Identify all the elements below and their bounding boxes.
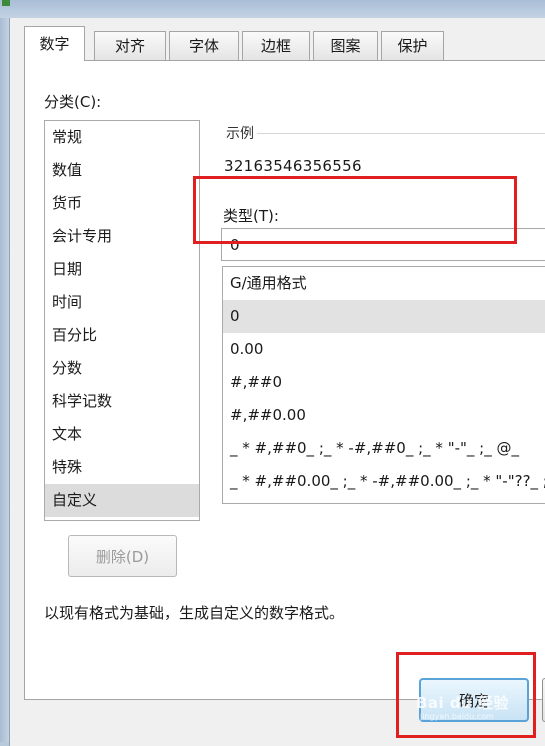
- description-text: 以现有格式为基础，生成自定义的数字格式。: [44, 604, 345, 622]
- category-item[interactable]: 百分比: [45, 319, 199, 352]
- format-item[interactable]: #,##0: [223, 366, 545, 399]
- tab-border[interactable]: 边框: [242, 31, 310, 60]
- type-label: 类型(T):: [223, 207, 279, 225]
- category-item[interactable]: 会计专用: [45, 220, 199, 253]
- category-item[interactable]: 日期: [45, 253, 199, 286]
- sample-group-divider: [257, 133, 545, 134]
- watermark-brand: Bai du 经验: [416, 694, 510, 712]
- format-item-selected[interactable]: 0: [223, 300, 545, 333]
- category-item[interactable]: 数值: [45, 154, 199, 187]
- category-item[interactable]: 特殊: [45, 451, 199, 484]
- sample-value: 32163546356556: [224, 157, 362, 175]
- window-frame-edge: [0, 18, 9, 742]
- format-item[interactable]: G/通用格式: [223, 267, 545, 300]
- category-item[interactable]: 文本: [45, 418, 199, 451]
- format-item[interactable]: #,##0.00: [223, 399, 545, 432]
- type-input[interactable]: [221, 228, 545, 261]
- category-item-custom[interactable]: 自定义: [45, 484, 199, 517]
- category-list[interactable]: 常规 数值 货币 会计专用 日期 时间 百分比 分数 科学记数 文本 特殊 自定…: [44, 120, 200, 521]
- category-label: 分类(C):: [44, 93, 102, 111]
- title-bar: [0, 0, 545, 18]
- format-item[interactable]: _ * #,##0_ ;_ * -#,##0_ ;_ * "-"_ ;_ @_: [223, 432, 545, 465]
- category-item[interactable]: 时间: [45, 286, 199, 319]
- tab-number[interactable]: 数字: [24, 26, 85, 61]
- format-code-list[interactable]: G/通用格式 0 0.00 #,##0 #,##0.00 _ * #,##0_ …: [222, 266, 545, 504]
- format-cells-dialog: 数字 对齐 字体 边框 图案 保护 分类(C): 常规 数值 货币 会计专用 日…: [9, 18, 545, 746]
- tab-strip: 数字 对齐 字体 边框 图案 保护: [24, 26, 545, 61]
- category-item[interactable]: 货币: [45, 187, 199, 220]
- format-item[interactable]: _ * #,##0.00_ ;_ * -#,##0.00_ ;_ * "-"??…: [223, 465, 545, 498]
- format-item[interactable]: 0.00: [223, 333, 545, 366]
- category-item[interactable]: 分数: [45, 352, 199, 385]
- tab-protection[interactable]: 保护: [381, 31, 444, 60]
- category-item[interactable]: 常规: [45, 121, 199, 154]
- watermark-url: jingyan.baidu.com: [420, 712, 494, 721]
- tab-font[interactable]: 字体: [169, 31, 239, 60]
- tab-alignment[interactable]: 对齐: [94, 31, 166, 60]
- category-item[interactable]: 科学记数: [45, 385, 199, 418]
- app-icon: [2, 0, 10, 6]
- delete-button[interactable]: 删除(D): [68, 535, 177, 577]
- tab-patterns[interactable]: 图案: [313, 31, 378, 60]
- number-tab-panel: 分类(C): 常规 数值 货币 会计专用 日期 时间 百分比 分数 科学记数 文…: [24, 60, 545, 700]
- sample-group-label: 示例: [226, 126, 254, 142]
